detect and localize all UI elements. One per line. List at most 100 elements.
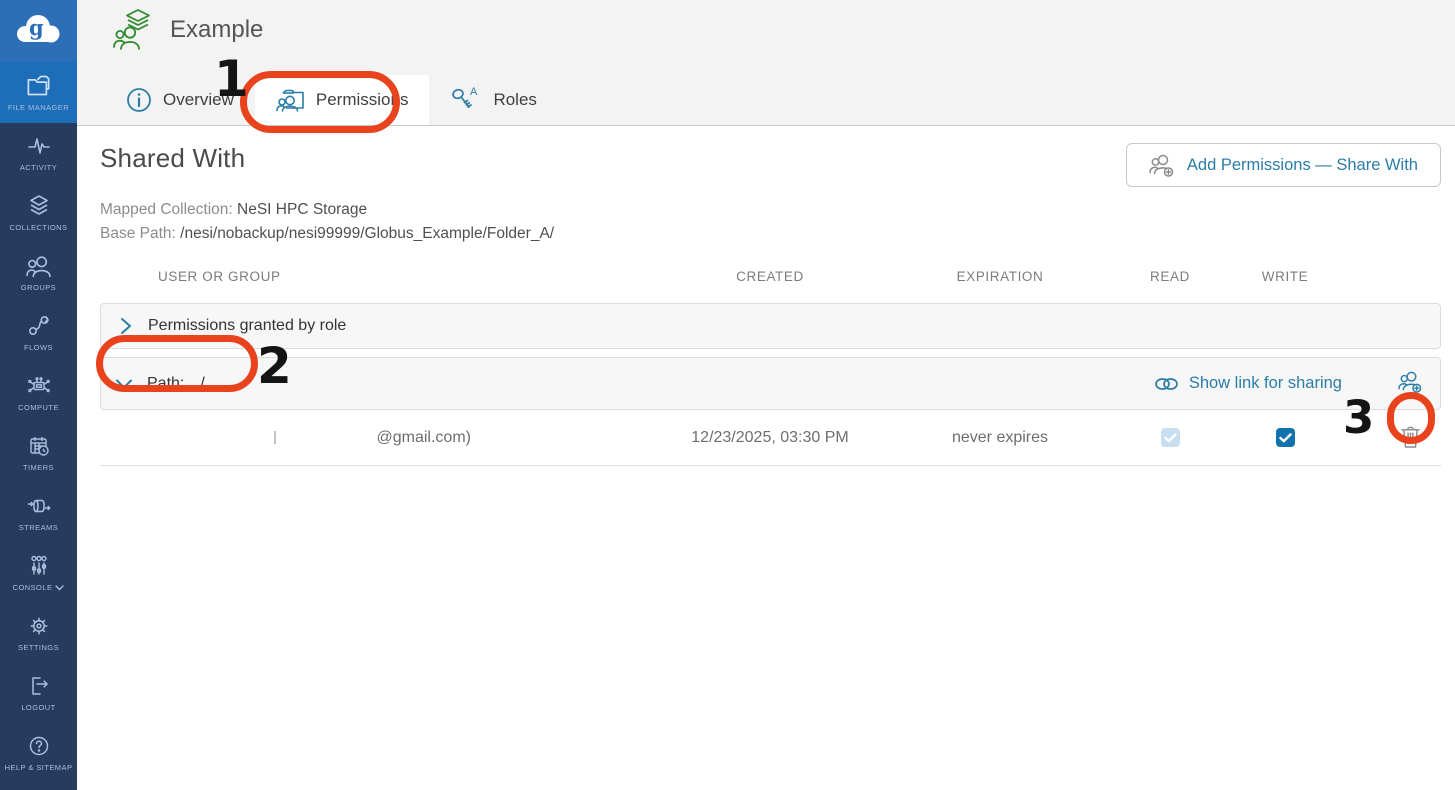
folder-icon <box>25 73 52 98</box>
pulse-icon <box>26 134 52 158</box>
path-label: Path: <box>147 375 184 393</box>
tab-permissions[interactable]: Permissions <box>255 75 430 125</box>
add-permission-path-button[interactable] <box>1398 370 1424 398</box>
page-title: Example <box>170 16 263 44</box>
base-path-value: /nesi/nobackup/nesi99999/Globus_Example/… <box>180 225 554 242</box>
link-icon <box>1154 376 1179 392</box>
column-expiration: EXPIRATION <box>900 269 1100 284</box>
sidebar-item-groups[interactable]: GROUPS <box>0 243 77 303</box>
sidebar-item-collections[interactable]: COLLECTIONS <box>0 183 77 243</box>
flow-icon <box>26 314 52 338</box>
person-plus-icon <box>1149 153 1176 177</box>
chevron-down-icon <box>55 585 64 591</box>
main-area: Example Overview <box>77 0 1455 790</box>
sidebar-item-label: FLOWS <box>24 343 53 352</box>
sidebar-item-label: FILE MANAGER <box>8 103 69 112</box>
add-permissions-button[interactable]: Add Permissions — Share With <box>1126 143 1441 187</box>
sidebar-item-settings[interactable]: SETTINGS <box>0 603 77 663</box>
tab-label: Roles <box>493 90 536 110</box>
content-area: Shared With Add Permissions — Share With… <box>100 143 1441 466</box>
person-plus-icon <box>1398 370 1424 393</box>
trash-icon <box>1400 423 1421 450</box>
chip-icon <box>26 374 52 398</box>
collection-meta: Mapped Collection: NeSI HPC Storage Base… <box>100 198 1441 246</box>
mapped-collection-label: Mapped Collection: <box>100 201 233 218</box>
sidebar-item-label: ACTIVITY <box>20 163 57 172</box>
stream-icon <box>26 494 52 518</box>
sidebar-item-label: COLLECTIONS <box>10 223 68 232</box>
tab-label: Permissions <box>316 90 409 110</box>
sidebar-item-label: CONSOLE <box>13 583 65 592</box>
sidebar-item-compute[interactable]: COMPUTE <box>0 363 77 423</box>
tab-bar: Overview Permissions A <box>105 75 558 125</box>
user-email-text: @gmail.com) <box>377 429 471 447</box>
column-write: WRITE <box>1240 269 1330 284</box>
globus-logo[interactable]: g <box>0 0 77 62</box>
path-value: / <box>200 375 204 393</box>
created-cell: 12/23/2025, 03:30 PM <box>640 429 900 447</box>
read-checkbox[interactable] <box>1161 428 1180 447</box>
guest-collection-icon <box>113 8 153 52</box>
info-icon <box>126 87 152 113</box>
sidebar-item-file-manager[interactable]: FILE MANAGER <box>0 62 77 123</box>
chevron-down-icon <box>115 378 133 390</box>
sidebar-item-streams[interactable]: STREAMS <box>0 483 77 543</box>
question-icon <box>26 734 52 758</box>
cloud-g-logo-icon: g <box>13 10 65 52</box>
tab-roles[interactable]: A Roles <box>429 75 557 125</box>
column-created: CREATED <box>640 269 900 284</box>
base-path-label: Base Path: <box>100 225 176 242</box>
sidebar: g FILE MANAGER ACTIVITY COLLECTIONS GROU… <box>0 0 77 790</box>
logout-icon <box>26 674 52 698</box>
sidebar-item-label: GROUPS <box>21 283 56 292</box>
calendar-clock-icon <box>26 434 52 458</box>
add-permissions-label: Add Permissions — Share With <box>1187 156 1418 175</box>
permissions-by-role-label: Permissions granted by role <box>148 317 346 335</box>
permissions-table-header: USER OR GROUP CREATED EXPIRATION READ WR… <box>100 269 1441 284</box>
sidebar-item-label: SETTINGS <box>18 643 59 652</box>
sidebar-item-help-sitemap[interactable]: HELP & SITEMAP <box>0 723 77 783</box>
shared-with-heading: Shared With <box>100 143 245 174</box>
sidebar-item-label: COMPUTE <box>18 403 59 412</box>
delete-permission-button[interactable] <box>1400 423 1421 453</box>
sidebar-item-logout[interactable]: LOGOUT <box>0 663 77 723</box>
write-checkbox[interactable] <box>1276 428 1295 447</box>
sidebar-item-label: HELP & SITEMAP <box>5 763 73 772</box>
people-icon <box>25 254 52 278</box>
svg-text:g: g <box>29 15 44 40</box>
tab-label: Overview <box>163 90 234 110</box>
chevron-right-icon <box>119 317 133 335</box>
page-header: Example Overview <box>77 0 1455 126</box>
path-toggle[interactable]: Path: / <box>115 375 205 393</box>
layers-icon <box>26 194 52 218</box>
base-path-line: Base Path: /nesi/nobackup/nesi99999/Glob… <box>100 222 1441 246</box>
gear-icon <box>26 614 52 638</box>
permission-row: @gmail.com) 12/23/2025, 03:30 PM never e… <box>100 410 1441 466</box>
key-icon: A <box>450 86 482 114</box>
mapped-collection-line: Mapped Collection: NeSI HPC Storage <box>100 198 1441 222</box>
svg-text:A: A <box>470 86 478 98</box>
folder-people-icon <box>276 87 305 113</box>
sidebar-item-activity[interactable]: ACTIVITY <box>0 123 77 183</box>
column-read: READ <box>1100 269 1240 284</box>
sidebar-item-timers[interactable]: TIMERS <box>0 423 77 483</box>
sidebar-item-flows[interactable]: FLOWS <box>0 303 77 363</box>
show-link-label: Show link for sharing <box>1189 374 1342 393</box>
column-user-or-group: USER OR GROUP <box>100 269 640 284</box>
sidebar-item-label: STREAMS <box>19 523 58 532</box>
tab-overview[interactable]: Overview <box>105 75 255 125</box>
sliders-icon <box>26 554 52 578</box>
permissions-by-role-row[interactable]: Permissions granted by role <box>100 303 1441 349</box>
sidebar-item-console[interactable]: CONSOLE <box>0 543 77 603</box>
show-link-for-sharing[interactable]: Show link for sharing <box>1154 374 1342 393</box>
sidebar-item-label: LOGOUT <box>21 703 55 712</box>
collection-title-row: Example <box>113 8 263 52</box>
expiration-cell: never expires <box>900 429 1100 447</box>
check-icon <box>1164 433 1177 443</box>
user-cell: @gmail.com) <box>100 410 640 465</box>
check-icon <box>1279 433 1292 443</box>
sidebar-item-label: TIMERS <box>23 463 54 472</box>
redacted-text-mark <box>274 431 276 444</box>
mapped-collection-value: NeSI HPC Storage <box>237 201 367 218</box>
path-group-row: Path: / Show link for sharing <box>100 357 1441 410</box>
